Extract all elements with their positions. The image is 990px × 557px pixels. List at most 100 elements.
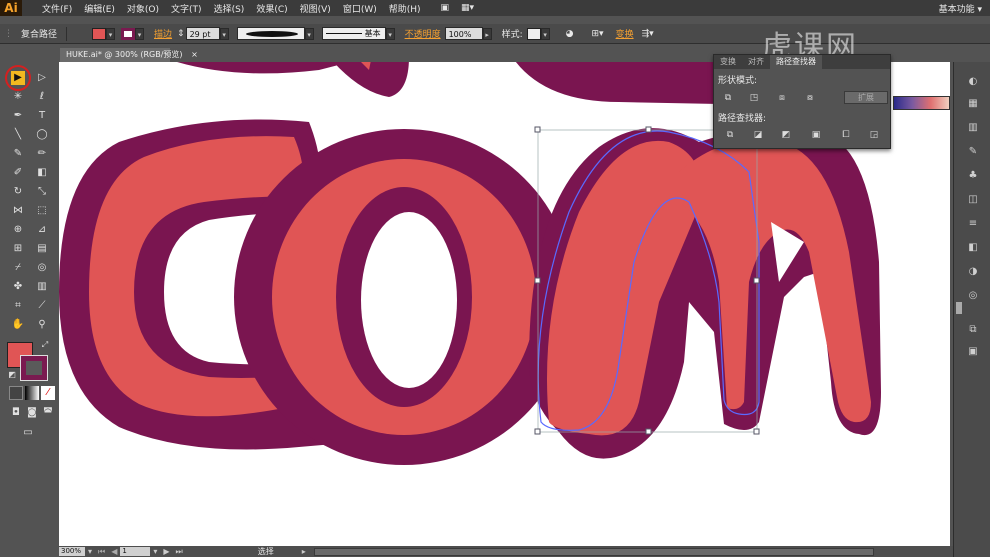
- zoom-tool-icon[interactable]: ⚲: [35, 318, 49, 332]
- isolate-icon[interactable]: ⇶▾: [638, 29, 658, 39]
- default-colors-icon[interactable]: ◩: [5, 368, 19, 382]
- magic-wand-tool-icon[interactable]: ✳: [11, 90, 25, 104]
- zoom-field[interactable]: 300%: [59, 547, 85, 556]
- artboard-number-field[interactable]: 1: [120, 547, 151, 556]
- brushes-icon[interactable]: ✎: [966, 146, 980, 158]
- menu-file[interactable]: 文件(F): [36, 2, 78, 15]
- trim-icon[interactable]: ◪: [752, 129, 764, 141]
- blob-brush-tool-icon[interactable]: ✐: [11, 166, 25, 180]
- close-icon[interactable]: ×: [191, 50, 198, 59]
- bridge-icon[interactable]: ▣: [435, 3, 456, 13]
- gradient-tool-icon[interactable]: ▤: [35, 242, 49, 256]
- outline-icon[interactable]: ⧠: [840, 129, 852, 141]
- menu-help[interactable]: 帮助(H): [383, 2, 427, 15]
- blend-tool-icon[interactable]: ◎: [35, 261, 49, 275]
- prev-artboard-icon[interactable]: ◀: [108, 547, 120, 556]
- opacity-dropdown[interactable]: ▸: [482, 27, 492, 40]
- stroke-weight-dropdown[interactable]: ▾: [219, 27, 229, 40]
- slice-tool-icon[interactable]: ⟋: [35, 299, 49, 313]
- intersect-icon[interactable]: ⧈: [776, 92, 788, 104]
- menu-view[interactable]: 视图(V): [294, 2, 337, 15]
- exclude-icon[interactable]: ⧇: [804, 92, 816, 104]
- align-options-icon[interactable]: ⊞▾: [588, 29, 608, 39]
- divide-icon[interactable]: ⧉: [724, 129, 736, 141]
- lasso-tool-icon[interactable]: ℓ: [35, 90, 49, 104]
- type-tool-icon[interactable]: T: [35, 109, 49, 123]
- artboards-icon[interactable]: ▣: [966, 346, 980, 358]
- width-profile-dropdown[interactable]: ▾: [304, 27, 314, 40]
- rotate-tool-icon[interactable]: ↻: [11, 185, 25, 199]
- unite-icon[interactable]: ⧉: [722, 92, 734, 104]
- gradient-panel-icon[interactable]: ◧: [966, 242, 980, 254]
- fill-swatch[interactable]: [92, 27, 107, 40]
- document-tab[interactable]: HUKE.ai* @ 300% (RGB/预览) ×: [60, 48, 198, 62]
- first-artboard-icon[interactable]: ⏮: [95, 547, 108, 557]
- transform-label[interactable]: 变换: [612, 27, 638, 40]
- opacity-label[interactable]: 不透明度: [401, 27, 445, 40]
- stroke-swatch[interactable]: [121, 27, 136, 40]
- menu-type[interactable]: 文字(T): [165, 2, 208, 15]
- menu-effect[interactable]: 效果(C): [250, 2, 293, 15]
- color-guide-icon[interactable]: ▦: [966, 98, 980, 110]
- expand-button[interactable]: 扩展: [844, 91, 888, 104]
- scale-tool-icon[interactable]: ⤡: [35, 185, 49, 199]
- stepper-icon[interactable]: ⇕: [176, 29, 186, 39]
- menu-object[interactable]: 对象(O): [121, 2, 165, 15]
- stroke-dropdown[interactable]: ▾: [135, 27, 145, 40]
- symbols-icon[interactable]: ♣: [966, 170, 980, 182]
- draw-behind-icon[interactable]: ◙: [25, 406, 39, 420]
- variable-width-profile[interactable]: [236, 27, 305, 40]
- pencil-tool-icon[interactable]: ✏: [35, 147, 49, 161]
- tab-transform[interactable]: 变换: [714, 55, 742, 69]
- none-mode-icon[interactable]: ⁄: [41, 386, 55, 400]
- color-mode-icon[interactable]: [9, 386, 23, 400]
- status-arrow-icon[interactable]: ▸: [302, 547, 306, 556]
- swap-colors-icon[interactable]: ⤢: [38, 338, 52, 352]
- menu-window[interactable]: 窗口(W): [337, 2, 383, 15]
- tab-align[interactable]: 对齐: [742, 55, 770, 69]
- draw-inside-icon[interactable]: ◚: [41, 406, 55, 420]
- appearance-icon[interactable]: ◎: [966, 290, 980, 302]
- color-panel-icon[interactable]: ◐: [966, 76, 980, 88]
- artboard-tool-icon[interactable]: ⌗: [11, 299, 25, 313]
- pen-tool-icon[interactable]: ✒: [11, 109, 25, 123]
- last-artboard-icon[interactable]: ⏭: [173, 547, 186, 557]
- hand-tool-icon[interactable]: ✋: [11, 318, 25, 332]
- workspace-switcher[interactable]: 基本功能 ▾: [931, 2, 990, 15]
- stroke-color-box[interactable]: [20, 355, 48, 381]
- line-tool-icon[interactable]: ╲: [11, 128, 25, 142]
- fill-dropdown[interactable]: ▾: [106, 27, 116, 40]
- arrange-docs-icon[interactable]: ▦▾: [455, 3, 480, 13]
- layers-icon[interactable]: ⧉: [966, 324, 980, 336]
- stroke-weight-field[interactable]: 29 pt: [185, 27, 220, 40]
- zoom-dropdown-icon[interactable]: ▾: [85, 547, 95, 556]
- graphic-styles-icon[interactable]: ◫: [966, 194, 980, 206]
- opacity-field[interactable]: 100%: [444, 27, 483, 40]
- screen-mode-icon[interactable]: ▭: [21, 426, 35, 440]
- style-dropdown[interactable]: ▾: [540, 27, 550, 40]
- stroke-label[interactable]: 描边: [150, 27, 176, 40]
- artboard-dropdown-icon[interactable]: ▾: [150, 547, 160, 556]
- mesh-tool-icon[interactable]: ⊞: [11, 242, 25, 256]
- scrollbar-thumb[interactable]: [956, 302, 962, 314]
- next-artboard-icon[interactable]: ▶: [160, 547, 172, 556]
- minus-front-icon[interactable]: ◳: [748, 92, 760, 104]
- swatches-icon[interactable]: ▥: [966, 122, 980, 134]
- ellipse-tool-icon[interactable]: ◯: [35, 128, 49, 142]
- shape-builder-tool-icon[interactable]: ⊕: [11, 223, 25, 237]
- recolor-icon[interactable]: ◕: [562, 29, 578, 39]
- paintbrush-tool-icon[interactable]: ✎: [11, 147, 25, 161]
- brush-definition[interactable]: 基本: [321, 27, 386, 40]
- horizontal-scrollbar[interactable]: [313, 547, 874, 556]
- stroke-panel-icon[interactable]: ≡: [966, 218, 980, 230]
- free-transform-tool-icon[interactable]: ⬚: [35, 204, 49, 218]
- width-tool-icon[interactable]: ⋈: [11, 204, 25, 218]
- style-swatch[interactable]: [526, 27, 541, 40]
- tab-pathfinder[interactable]: 路径查找器: [770, 55, 822, 69]
- symbol-sprayer-tool-icon[interactable]: ✤: [11, 280, 25, 294]
- gradient-swatch[interactable]: [893, 96, 950, 110]
- direct-selection-tool-icon[interactable]: ▷: [35, 71, 49, 85]
- merge-icon[interactable]: ◩: [780, 129, 792, 141]
- brush-dropdown[interactable]: ▾: [385, 27, 395, 40]
- draw-normal-icon[interactable]: ◘: [9, 406, 23, 420]
